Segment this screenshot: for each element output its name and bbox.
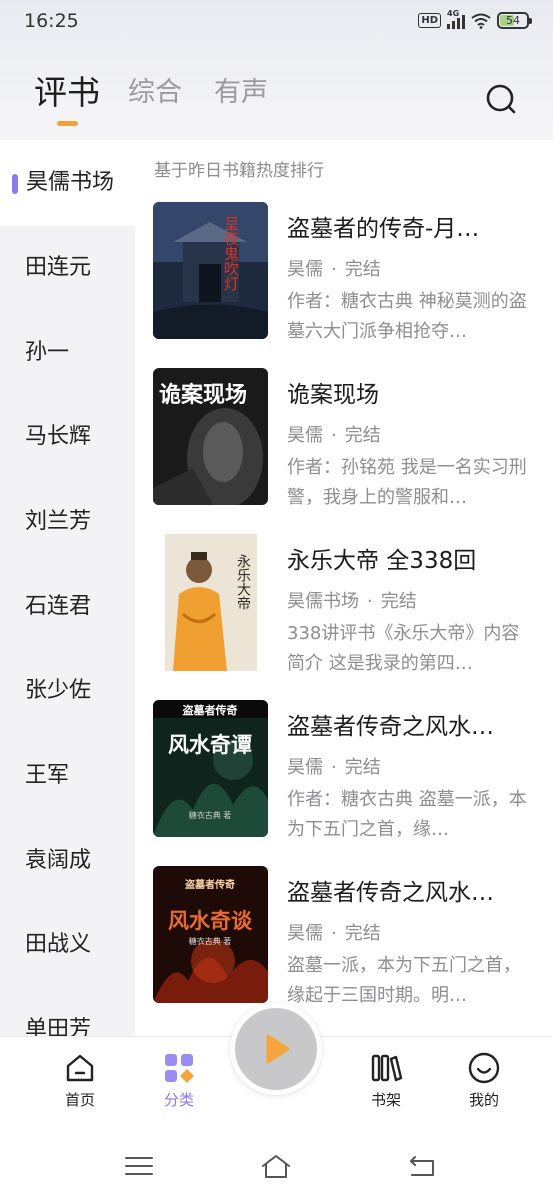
search-icon[interactable] <box>484 82 518 116</box>
tab-indicator <box>57 121 78 126</box>
sidebar-item-tianzhanyi[interactable]: 田战义 <box>25 930 91 960</box>
sidebar-item-machanghui[interactable]: 马长辉 <box>25 422 91 452</box>
book-cover-title: 永乐大帝 <box>235 554 251 610</box>
book-cover-title: 呈夜鬼吹灯 <box>222 216 240 292</box>
book-title: 盗墓者传奇之风水… <box>287 880 494 906</box>
book-author: 昊儒 <box>287 425 323 446</box>
sidebar-item-sunyi[interactable]: 孙一 <box>25 338 69 368</box>
book-cover-author: 糖衣古典 著 <box>189 936 232 946</box>
book-author: 昊儒 <box>287 757 323 778</box>
sidebar-selected-marker <box>12 174 18 194</box>
book-item[interactable]: 诡案现场 诡案现场 昊儒 · 完结 作者：孙铭苑 我是一名实习刑警，我身上的警服和… <box>153 368 533 508</box>
tab-pingshu[interactable]: 评书 <box>34 66 100 114</box>
category-icon <box>165 1054 194 1083</box>
sidebar-item-yuankuocheng[interactable]: 袁阔成 <box>25 846 91 876</box>
category-sidebar: 昊儒书场 田连元 孙一 马长辉 刘兰芳 石连君 张少佐 王军 袁阔成 田战义 单… <box>0 140 135 1036</box>
book-status: 完结 <box>344 425 381 446</box>
book-author: 昊儒 <box>287 259 323 280</box>
book-description: 338讲评书《永乐大帝》内容简介 这是我录的第四… <box>287 623 520 674</box>
nav-profile[interactable]: 我的 <box>449 1051 519 1110</box>
back-icon[interactable] <box>406 1152 438 1180</box>
status-time: 16:25 <box>24 10 79 32</box>
hd-icon: HD <box>418 13 441 28</box>
play-icon <box>266 1034 290 1064</box>
nav-bookshelf-label: 书架 <box>370 1091 401 1109</box>
player-disc <box>235 1008 317 1090</box>
book-description: 盗墓一派，本为下五门之首，缘起于三国时期。明… <box>287 955 521 1006</box>
sidebar-item-wangjun[interactable]: 王军 <box>25 761 69 791</box>
nav-category[interactable]: 分类 <box>144 1051 214 1110</box>
status-bar: 16:25 HD 4G 54 <box>0 0 553 44</box>
book-cover: 盗墓者传奇 风水奇谭 糖衣古典 著 <box>153 700 268 837</box>
book-author: 昊儒 <box>287 923 323 944</box>
book-cover-series: 盗墓者传奇 <box>185 878 235 891</box>
meta-separator: · <box>331 425 337 446</box>
home-icon <box>66 1054 94 1082</box>
battery-icon: 54 <box>497 12 532 29</box>
profile-icon <box>468 1052 500 1084</box>
book-meta: 昊儒 · 完结 <box>287 421 381 447</box>
book-item[interactable]: 盗墓者传奇 风水奇谭 糖衣古典 著 盗墓者传奇之风水… 昊儒 · 完结 作者：糖衣古… <box>153 700 533 840</box>
book-status: 完结 <box>344 757 381 778</box>
sidebar-item-zhangshaozuo[interactable]: 张少佐 <box>25 676 91 706</box>
book-item[interactable]: 呈夜鬼吹灯 盗墓者的传奇-月… 昊儒 · 完结 作者：糖衣古典 神秘莫测的盗墓六大门… <box>153 202 533 342</box>
book-title: 盗墓者的传奇-月… <box>287 216 480 242</box>
book-meta: 昊儒书场 · 完结 <box>287 587 417 613</box>
tab-zonghe[interactable]: 综合 <box>128 70 182 109</box>
book-cover-title: 风水奇谭 <box>168 732 252 757</box>
book-cover: 诡案现场 <box>153 368 268 505</box>
network-type: 4G <box>447 8 460 18</box>
book-cover: 呈夜鬼吹灯 <box>153 202 268 339</box>
book-author: 昊儒书场 <box>287 591 359 612</box>
menu-icon[interactable] <box>123 1152 155 1180</box>
system-nav-bar <box>0 1130 553 1200</box>
bookshelf-icon <box>371 1054 403 1082</box>
meta-separator: · <box>331 259 337 280</box>
book-description: 作者：糖衣古典 盗墓一派，本为下五门之首，缘… <box>287 789 527 840</box>
book-meta: 昊儒 · 完结 <box>287 255 381 281</box>
nav-bookshelf[interactable]: 书架 <box>351 1051 421 1110</box>
sidebar-item-liulanfang[interactable]: 刘兰芳 <box>25 507 91 537</box>
player-button[interactable] <box>230 1003 322 1095</box>
book-meta: 昊儒 · 完结 <box>287 919 381 945</box>
home-outline-icon[interactable] <box>260 1152 292 1180</box>
book-cover: 盗墓者传奇 风水奇谈 糖衣古典 著 <box>153 866 268 1003</box>
book-status: 完结 <box>380 591 417 612</box>
book-cover-series: 盗墓者传奇 <box>183 703 238 717</box>
book-title: 诡案现场 <box>287 382 379 408</box>
book-cover: 永乐大帝 <box>153 534 268 671</box>
sidebar-item-shilianjun[interactable]: 石连君 <box>25 592 91 622</box>
sidebar-item-shantianfang[interactable]: 单田芳 <box>25 1015 91 1036</box>
cellular-signal-icon: 4G <box>447 9 465 29</box>
book-title: 盗墓者传奇之风水… <box>287 714 494 740</box>
book-item[interactable]: 永乐大帝 永乐大帝 全338回 昊儒书场 · 完结 338讲评书《永乐大帝》内容简介… <box>153 534 533 674</box>
nav-profile-label: 我的 <box>468 1091 499 1109</box>
book-cover-title: 诡案现场 <box>159 382 247 408</box>
book-description: 作者：孙铭苑 我是一名实习刑警，我身上的警服和… <box>287 457 527 508</box>
tab-yousheng[interactable]: 有声 <box>214 70 268 109</box>
book-status: 完结 <box>344 259 381 280</box>
meta-separator: · <box>367 591 373 612</box>
book-description: 作者：糖衣古典 神秘莫测的盗墓六大门派争相抢夺… <box>287 291 527 342</box>
status-icons: HD 4G 54 <box>418 9 532 29</box>
meta-separator: · <box>331 923 337 944</box>
nav-category-label: 分类 <box>163 1091 194 1109</box>
battery-level: 54 <box>506 14 520 27</box>
wifi-icon <box>471 13 491 29</box>
book-item[interactable]: 盗墓者传奇 风水奇谈 糖衣古典 著 盗墓者传奇之风水… 昊儒 · 完结 盗墓一派，本… <box>153 866 533 1006</box>
book-meta: 昊儒 · 完结 <box>287 753 381 779</box>
nav-home[interactable]: 首页 <box>45 1051 115 1110</box>
meta-separator: · <box>331 757 337 778</box>
top-tabs: 评书 综合 有声 <box>0 70 553 130</box>
ranking-subtitle: 基于昨日书籍热度排行 <box>154 161 324 181</box>
book-status: 完结 <box>344 923 381 944</box>
book-cover-title: 风水奇谈 <box>168 908 253 933</box>
sidebar-item-tianlianyuan[interactable]: 田连元 <box>25 253 91 283</box>
nav-home-label: 首页 <box>64 1091 95 1109</box>
book-cover-author: 糖衣古典 著 <box>189 810 232 820</box>
book-title: 永乐大帝 全338回 <box>287 548 477 574</box>
sidebar-item-haoru[interactable]: 昊儒书场 <box>26 168 114 198</box>
